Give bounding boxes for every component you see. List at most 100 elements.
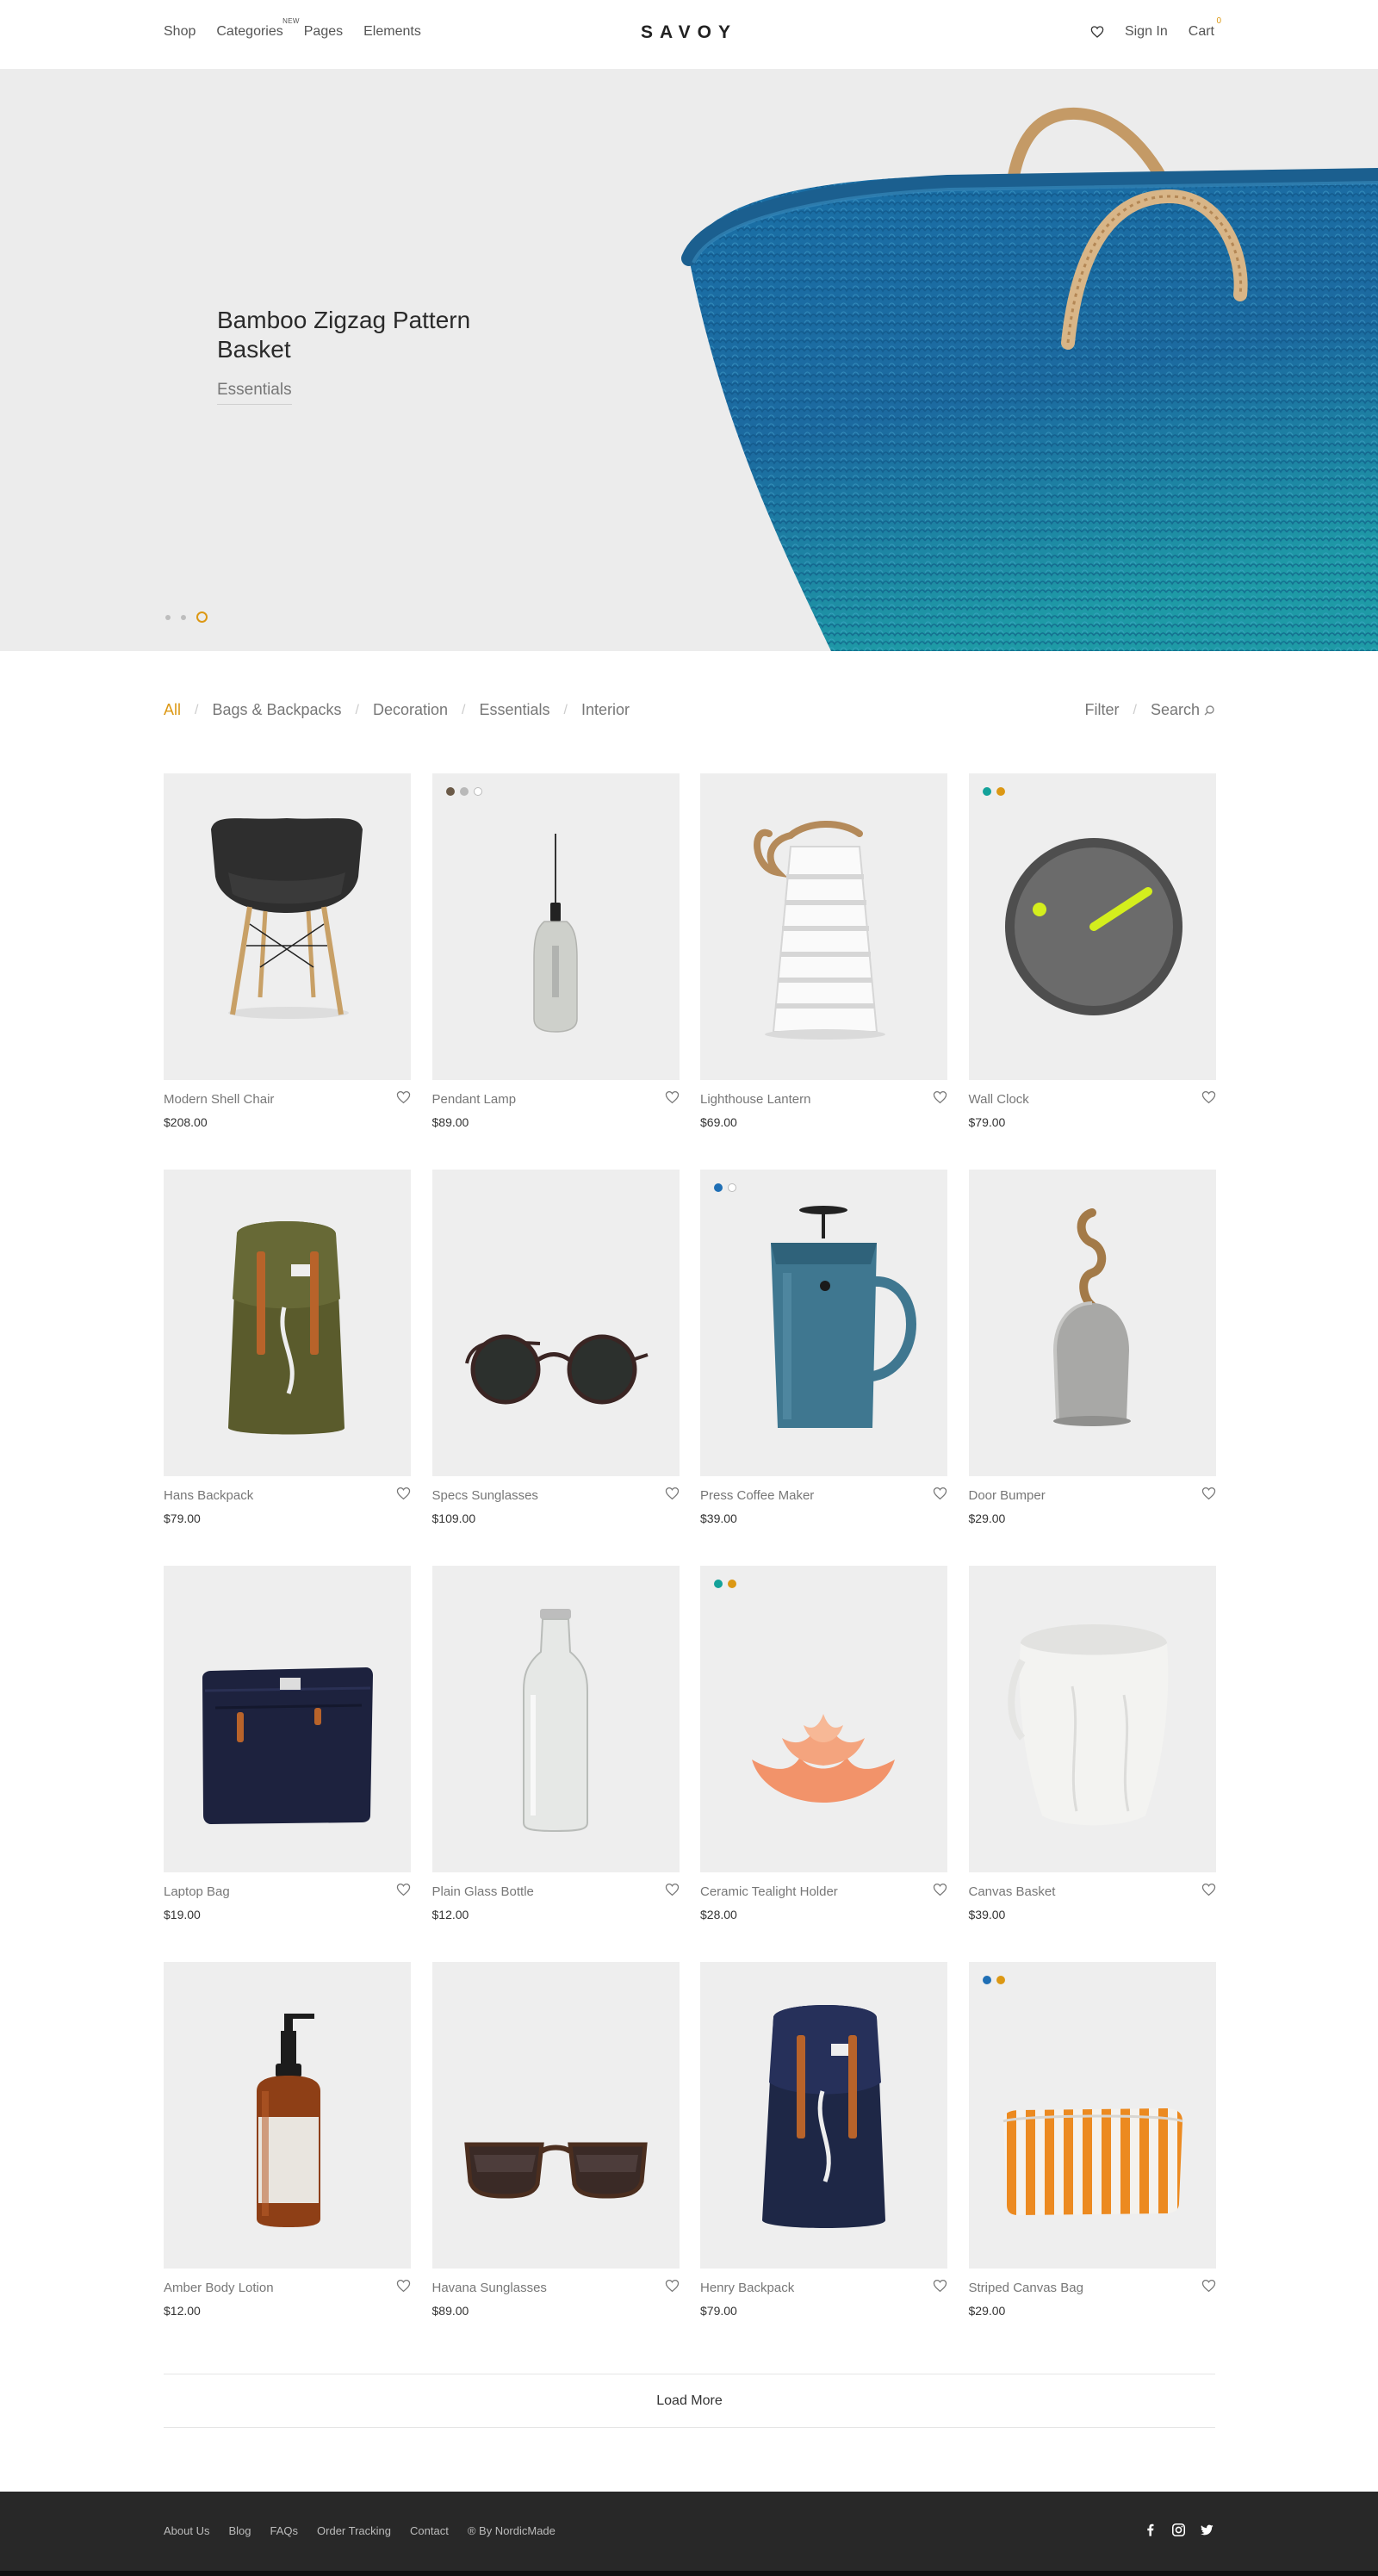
wishlist-heart-icon[interactable] — [933, 1883, 947, 1896]
product-card[interactable]: Canvas Basket $39.00 — [968, 1566, 1216, 1962]
product-name[interactable]: Hans Backpack — [164, 1488, 253, 1503]
product-image[interactable] — [968, 1962, 1216, 2269]
product-card[interactable]: Specs Sunglasses $109.00 — [431, 1170, 680, 1566]
wishlist-heart-icon[interactable] — [1201, 1487, 1216, 1500]
product-image[interactable] — [700, 1170, 947, 1476]
footer-copyright[interactable]: ® By NordicMade — [468, 2524, 556, 2537]
category-essentials[interactable]: Essentials — [480, 701, 550, 719]
load-more-button[interactable]: Load More — [164, 2374, 1215, 2428]
product-image[interactable] — [700, 1962, 947, 2269]
product-card[interactable]: Laptop Bag $19.00 — [164, 1566, 411, 1962]
product-image[interactable] — [431, 773, 680, 1080]
color-swatch[interactable] — [714, 1183, 723, 1192]
slider-dot-1[interactable] — [165, 614, 171, 620]
product-name[interactable]: Amber Body Lotion — [164, 2281, 274, 2295]
product-name[interactable]: Ceramic Tealight Holder — [700, 1884, 838, 1899]
product-image[interactable] — [164, 773, 411, 1080]
wishlist-heart-icon[interactable] — [933, 1487, 947, 1500]
product-card[interactable]: Ceramic Tealight Holder $28.00 — [700, 1566, 947, 1962]
product-card[interactable]: Modern Shell Chair $208.00 — [164, 773, 411, 1170]
wishlist-heart-icon[interactable] — [933, 2279, 947, 2293]
color-swatch[interactable] — [728, 1580, 736, 1588]
hero-category-link[interactable]: Essentials — [217, 381, 292, 405]
product-name[interactable]: Havana Sunglasses — [432, 2281, 547, 2295]
wishlist-heart-icon[interactable] — [665, 2279, 680, 2293]
product-name[interactable]: Plain Glass Bottle — [432, 1884, 534, 1899]
product-card[interactable]: Hans Backpack $79.00 — [164, 1170, 411, 1566]
product-image[interactable] — [164, 1170, 411, 1476]
product-name[interactable]: Modern Shell Chair — [164, 1092, 274, 1107]
category-interior[interactable]: Interior — [581, 701, 630, 719]
sign-in-link[interactable]: Sign In — [1125, 24, 1168, 40]
product-name[interactable]: Door Bumper — [969, 1488, 1046, 1503]
color-swatch[interactable] — [996, 787, 1005, 796]
product-card[interactable]: Lighthouse Lantern $69.00 — [700, 773, 947, 1170]
color-swatch[interactable] — [445, 787, 455, 796]
product-card[interactable]: Henry Backpack $79.00 — [700, 1962, 947, 2358]
category-all[interactable]: All — [164, 701, 181, 719]
wishlist-heart-icon[interactable] — [396, 1487, 411, 1500]
product-image[interactable] — [968, 1170, 1216, 1476]
product-name[interactable]: Canvas Basket — [969, 1884, 1056, 1899]
product-image[interactable] — [431, 1170, 680, 1476]
color-swatch[interactable] — [459, 787, 469, 796]
product-image[interactable] — [968, 773, 1216, 1080]
color-swatch[interactable] — [714, 1580, 723, 1588]
product-image[interactable] — [431, 1566, 680, 1872]
product-name[interactable]: Pendant Lamp — [432, 1092, 517, 1107]
search-button[interactable]: Search — [1151, 701, 1214, 719]
slider-dot-2[interactable] — [181, 614, 186, 620]
product-name[interactable]: Henry Backpack — [700, 2281, 794, 2295]
wishlist-heart-icon[interactable] — [396, 1090, 411, 1104]
product-name[interactable]: Lighthouse Lantern — [700, 1092, 810, 1107]
wishlist-heart-icon[interactable] — [396, 1883, 411, 1896]
product-card[interactable]: Wall Clock $79.00 — [968, 773, 1216, 1170]
product-image[interactable] — [431, 1962, 680, 2269]
twitter-icon[interactable] — [1200, 2523, 1214, 2537]
wishlist-heart-icon[interactable] — [665, 1487, 680, 1500]
wishlist-heart-icon[interactable] — [665, 1883, 680, 1896]
color-swatch[interactable] — [473, 787, 482, 796]
footer-link-blog[interactable]: Blog — [228, 2524, 251, 2537]
product-name[interactable]: Press Coffee Maker — [700, 1488, 814, 1503]
wishlist-heart-icon[interactable] — [933, 1090, 947, 1104]
color-swatch[interactable] — [996, 1976, 1005, 1984]
product-name[interactable]: Laptop Bag — [164, 1884, 230, 1899]
product-card[interactable]: Havana Sunglasses $89.00 — [431, 1962, 680, 2358]
product-image[interactable] — [164, 1566, 411, 1872]
product-card[interactable]: Pendant Lamp $89.00 — [431, 773, 680, 1170]
category-decoration[interactable]: Decoration — [373, 701, 448, 719]
product-card[interactable]: Press Coffee Maker $39.00 — [700, 1170, 947, 1566]
wishlist-heart-icon[interactable] — [396, 2279, 411, 2293]
wishlist-heart-icon[interactable] — [1201, 1883, 1216, 1896]
product-card[interactable]: Door Bumper $29.00 — [968, 1170, 1216, 1566]
product-image[interactable] — [968, 1566, 1216, 1872]
footer-link-order-tracking[interactable]: Order Tracking — [317, 2524, 391, 2537]
product-image[interactable] — [164, 1962, 411, 2269]
product-image[interactable] — [700, 1566, 947, 1872]
cart-link[interactable]: Cart 0 — [1189, 16, 1221, 40]
product-name[interactable]: Striped Canvas Bag — [969, 2281, 1083, 2295]
instagram-icon[interactable] — [1171, 2523, 1186, 2537]
footer-link-about-us[interactable]: About Us — [164, 2524, 209, 2537]
category-bags-backpacks[interactable]: Bags & Backpacks — [212, 701, 341, 719]
product-card[interactable]: Amber Body Lotion $12.00 — [164, 1962, 411, 2358]
color-swatch[interactable] — [728, 1183, 736, 1192]
wishlist-heart-icon[interactable] — [665, 1090, 680, 1104]
color-swatch[interactable] — [982, 1976, 991, 1984]
product-name[interactable]: Specs Sunglasses — [432, 1488, 538, 1503]
separator: / — [563, 702, 568, 717]
facebook-icon[interactable] — [1143, 2523, 1158, 2537]
filter-button[interactable]: Filter — [1085, 701, 1120, 719]
slider-dot-3[interactable] — [196, 611, 208, 623]
product-image[interactable] — [700, 773, 947, 1080]
footer-link-faqs[interactable]: FAQs — [270, 2524, 299, 2537]
product-card[interactable]: Plain Glass Bottle $12.00 — [431, 1566, 680, 1962]
color-swatch[interactable] — [982, 787, 991, 796]
product-name[interactable]: Wall Clock — [969, 1092, 1029, 1107]
wishlist-heart-icon[interactable] — [1090, 25, 1104, 39]
footer-link-contact[interactable]: Contact — [410, 2524, 449, 2537]
wishlist-heart-icon[interactable] — [1201, 1090, 1216, 1104]
wishlist-heart-icon[interactable] — [1201, 2279, 1216, 2293]
product-card[interactable]: Striped Canvas Bag $29.00 — [968, 1962, 1216, 2358]
